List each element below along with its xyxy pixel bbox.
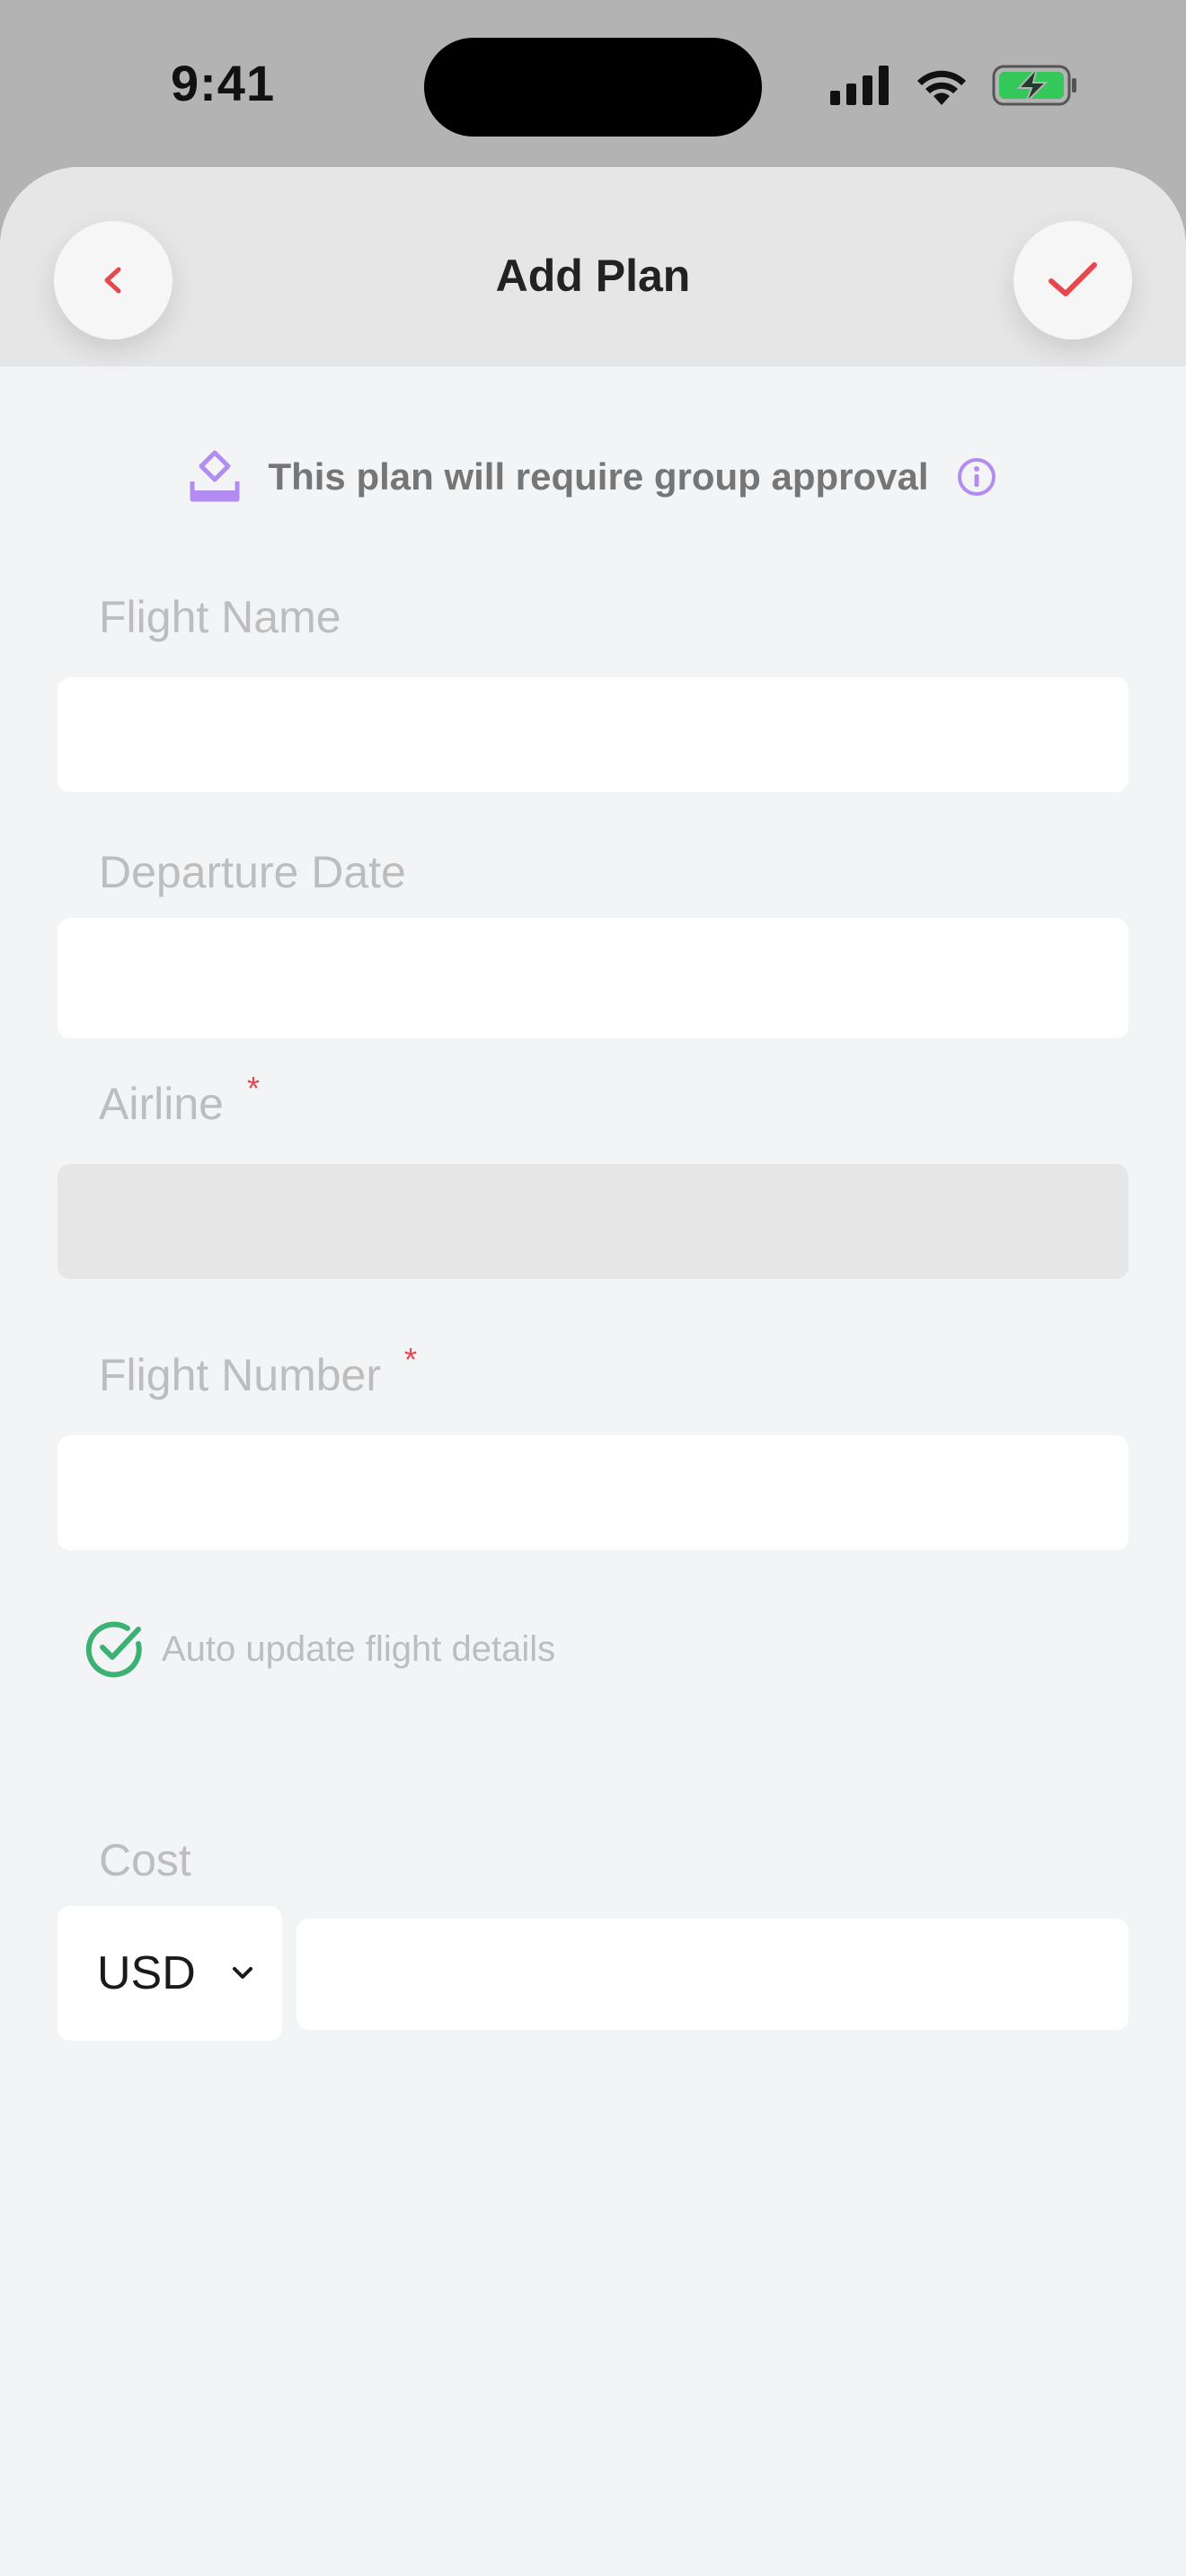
- airline-field[interactable]: [58, 1164, 1128, 1279]
- page-title: Add Plan: [495, 251, 691, 301]
- currency-select[interactable]: USD: [58, 1906, 282, 2041]
- departure-date-field[interactable]: [58, 918, 1128, 1038]
- status-icons: [830, 63, 1078, 108]
- flight-name-field[interactable]: [58, 677, 1128, 792]
- auto-update-checkbox[interactable]: Auto update flight details: [83, 1613, 555, 1685]
- flight-number-label: Flight Number *: [99, 1341, 417, 1401]
- status-time: 9:41: [171, 55, 276, 111]
- battery-charging-icon: [992, 65, 1076, 106]
- auto-update-label: Auto update flight details: [162, 1628, 556, 1669]
- confirm-button[interactable]: [1013, 221, 1132, 340]
- airline-label: Airline *: [99, 1070, 260, 1130]
- vote-ballot-icon: [190, 450, 240, 502]
- approval-notice: This plan will require group approval: [0, 446, 1186, 508]
- currency-value: USD: [97, 1947, 196, 1999]
- cellular-signal-icon: [830, 66, 889, 105]
- status-bar: 9:41: [0, 0, 1186, 167]
- check-circle-icon: [85, 1621, 142, 1678]
- add-plan-sheet: Add Plan This plan will require group ap…: [0, 167, 1186, 2576]
- required-mark: *: [246, 1070, 260, 1107]
- departure-date-label: Departure Date: [99, 847, 406, 897]
- approval-notice-text: This plan will require group approval: [268, 455, 929, 498]
- checkmark-icon: [1049, 262, 1097, 296]
- required-mark: *: [404, 1341, 418, 1378]
- info-icon[interactable]: [956, 456, 997, 498]
- flight-name-label: Flight Name: [99, 592, 341, 642]
- airline-label-text: Airline: [99, 1079, 224, 1129]
- flight-number-field[interactable]: [58, 1435, 1128, 1550]
- dynamic-island: [424, 38, 762, 137]
- chevron-down-icon: [232, 1967, 252, 1979]
- wifi-icon: [917, 70, 966, 105]
- cost-amount-field[interactable]: [296, 1919, 1128, 2030]
- sheet-header: Add Plan: [0, 167, 1186, 366]
- cost-label: Cost: [99, 1835, 191, 1885]
- flight-number-label-text: Flight Number: [99, 1350, 381, 1400]
